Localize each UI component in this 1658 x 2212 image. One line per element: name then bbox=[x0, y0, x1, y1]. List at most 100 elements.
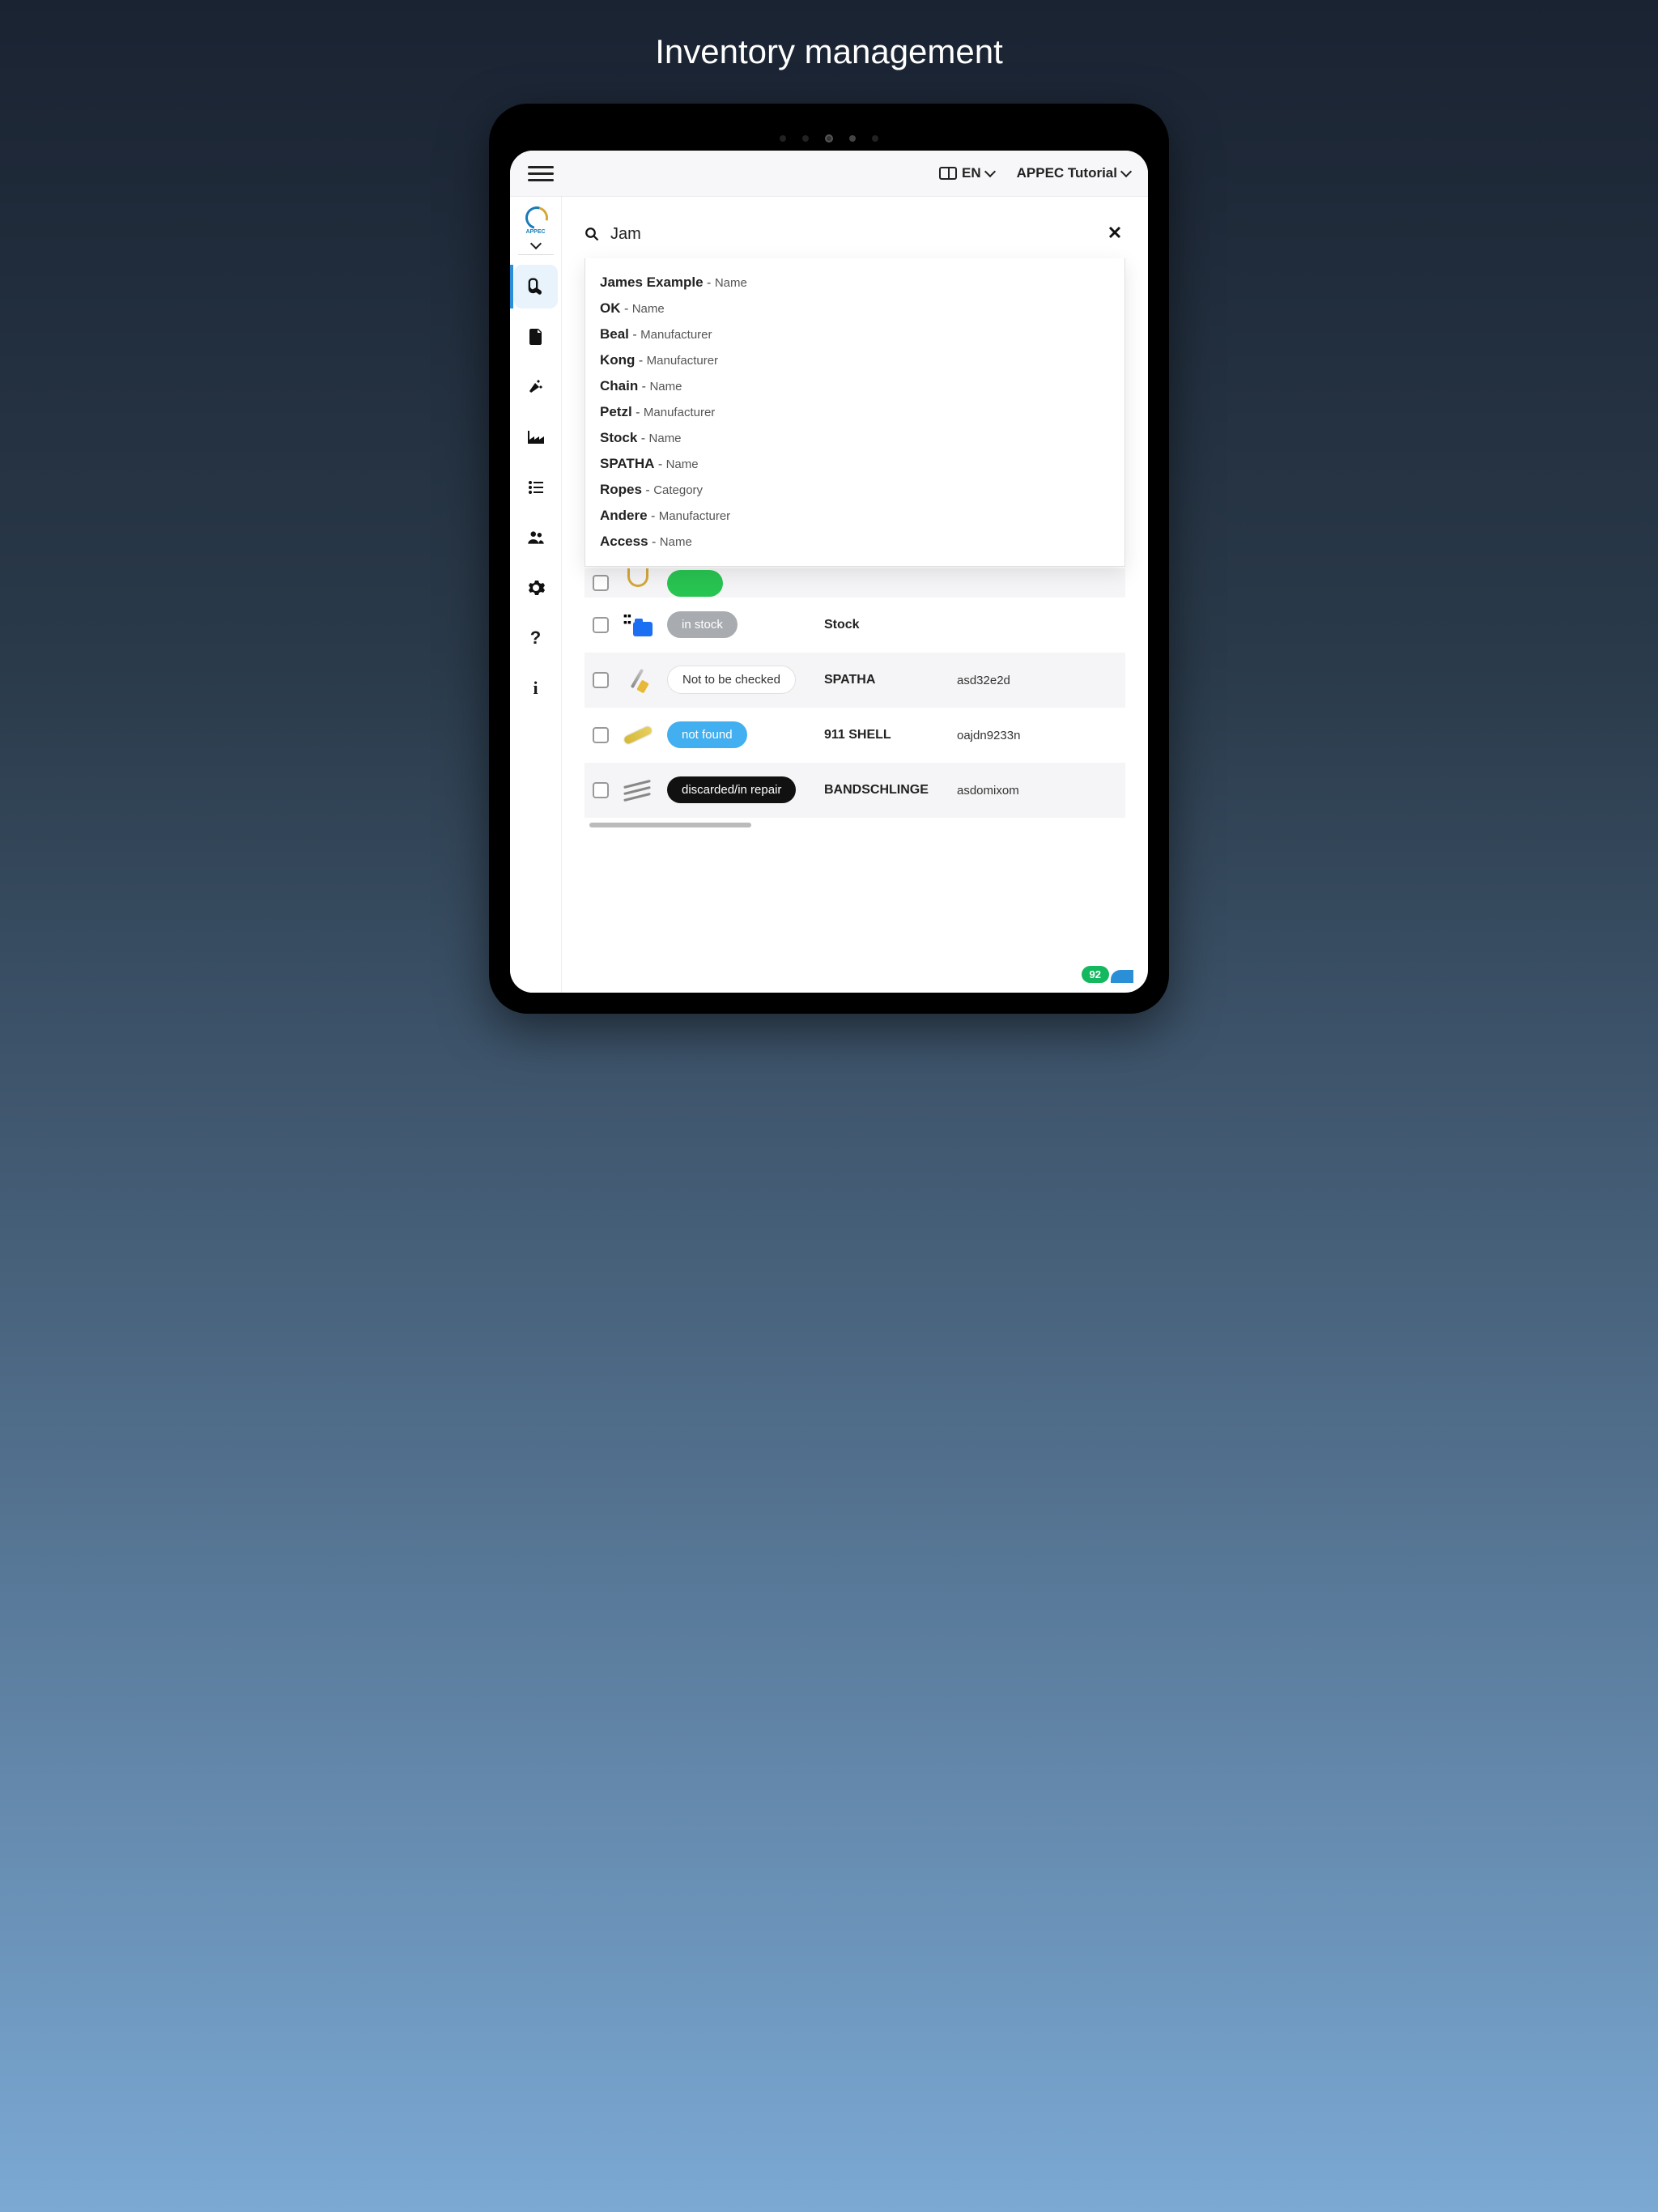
question-icon: ? bbox=[530, 627, 541, 649]
chevron-down-icon bbox=[1120, 166, 1132, 177]
suggestion-primary: Beal bbox=[600, 326, 629, 342]
row-checkbox[interactable] bbox=[593, 575, 609, 591]
suggestion-sep: - bbox=[621, 302, 632, 316]
status-badge: discarded/in repair bbox=[667, 776, 796, 803]
status-cell: not found bbox=[667, 728, 805, 742]
camera-dot bbox=[802, 135, 809, 142]
suggestion-primary: Ropes bbox=[600, 482, 642, 497]
logo-area[interactable]: APPEC bbox=[518, 206, 554, 255]
suggestion-item[interactable]: Kong - Manufacturer bbox=[600, 347, 1110, 373]
sidebar-item-users[interactable] bbox=[514, 516, 558, 559]
suggestion-primary: Chain bbox=[600, 378, 638, 393]
language-label: EN bbox=[962, 165, 981, 181]
top-right: EN APPEC Tutorial bbox=[939, 165, 1130, 181]
item-name: SPATHA bbox=[824, 673, 946, 687]
sidebar-item-equipment[interactable] bbox=[514, 265, 558, 308]
sidebar-item-help[interactable]: ? bbox=[514, 616, 558, 660]
suggestion-item[interactable]: SPATHA - Name bbox=[600, 451, 1110, 477]
tutorial-label: APPEC Tutorial bbox=[1017, 165, 1117, 181]
menu-button[interactable] bbox=[528, 166, 554, 181]
logo-icon bbox=[524, 206, 548, 228]
table-row[interactable]: ▪▪▪▪ in stock Stock bbox=[585, 598, 1125, 653]
suggestion-sep: - bbox=[638, 380, 649, 393]
status-badge bbox=[667, 570, 723, 597]
item-name: Stock bbox=[824, 618, 946, 632]
suggestion-item[interactable]: Stock - Name bbox=[600, 425, 1110, 451]
camera-main-icon bbox=[825, 134, 833, 143]
suggestion-secondary: Manufacturer bbox=[640, 328, 712, 342]
sidebar-item-info[interactable]: i bbox=[514, 666, 558, 710]
suggestion-item[interactable]: Beal - Manufacturer bbox=[600, 321, 1110, 347]
hammer-icon bbox=[526, 377, 546, 397]
suggestion-primary: James Example bbox=[600, 274, 704, 290]
sidebar-item-settings[interactable] bbox=[514, 566, 558, 610]
chevron-down-icon bbox=[529, 238, 541, 249]
suggestion-primary: Access bbox=[600, 534, 648, 549]
suggestion-secondary: Manufacturer bbox=[644, 406, 715, 419]
suggestion-secondary: Name bbox=[666, 457, 699, 471]
count-badge: 92 bbox=[1082, 966, 1109, 983]
chevron-down-icon bbox=[984, 166, 996, 177]
row-checkbox[interactable] bbox=[593, 617, 609, 633]
suggestion-item[interactable]: Access - Name bbox=[600, 529, 1110, 555]
item-name: 911 SHELL bbox=[824, 728, 946, 742]
horizontal-scrollbar[interactable] bbox=[589, 823, 751, 827]
suggestion-item[interactable]: OK - Name bbox=[600, 296, 1110, 321]
clear-search-button[interactable] bbox=[1104, 219, 1125, 249]
suggestion-secondary: Name bbox=[715, 276, 747, 290]
table-row[interactable]: discarded/in repairBANDSCHLINGEasdomixom bbox=[585, 763, 1125, 818]
table-row[interactable] bbox=[585, 568, 1125, 598]
suggestion-sep: - bbox=[642, 483, 653, 497]
suggestion-sep: - bbox=[632, 406, 644, 419]
suggestion-item[interactable]: James Example - Name bbox=[600, 270, 1110, 296]
sidebar-item-tools[interactable] bbox=[514, 365, 558, 409]
search-row bbox=[585, 219, 1125, 261]
menu-icon bbox=[528, 172, 554, 175]
suggestion-primary: OK bbox=[600, 300, 621, 316]
camera-dot bbox=[780, 135, 786, 142]
list-icon bbox=[526, 478, 546, 497]
suggestion-sep: - bbox=[629, 328, 640, 342]
carabiner-icon bbox=[627, 568, 648, 587]
suggestion-secondary: Name bbox=[649, 380, 682, 393]
industry-icon bbox=[526, 428, 546, 447]
suggestion-item[interactable]: Ropes - Category bbox=[600, 477, 1110, 503]
language-selector[interactable]: EN bbox=[939, 165, 994, 181]
table-row[interactable]: Not to be checkedSPATHAasd32e2d bbox=[585, 653, 1125, 708]
search-input[interactable] bbox=[610, 225, 1093, 244]
table-row[interactable]: not found911 SHELLoajdn9233n bbox=[585, 708, 1125, 763]
suggestion-primary: Kong bbox=[600, 352, 635, 368]
suggestion-sep: - bbox=[704, 276, 715, 290]
info-icon: i bbox=[533, 678, 538, 699]
sidebar-item-list[interactable] bbox=[514, 466, 558, 509]
row-checkbox[interactable] bbox=[593, 727, 609, 743]
suggestion-secondary: Name bbox=[660, 535, 692, 549]
gear-icon bbox=[526, 578, 546, 598]
knife-icon bbox=[624, 666, 652, 694]
suggestion-primary: Andere bbox=[600, 508, 648, 523]
sidebar-item-industry[interactable] bbox=[514, 415, 558, 459]
status-cell: in stock bbox=[667, 618, 805, 632]
document-icon bbox=[526, 327, 546, 347]
item-icon: ▪▪▪▪ bbox=[620, 607, 656, 643]
suggestion-item[interactable]: Andere - Manufacturer bbox=[600, 503, 1110, 529]
main-area: APPEC bbox=[510, 197, 1148, 993]
sidebar-item-document[interactable] bbox=[514, 315, 558, 359]
sling-icon bbox=[623, 778, 653, 802]
suggestion-sep: - bbox=[635, 354, 646, 368]
shell-icon bbox=[623, 725, 653, 745]
suggestion-primary: Stock bbox=[600, 430, 637, 445]
tablet-inner: EN APPEC Tutorial APPEC bbox=[500, 115, 1158, 1002]
row-checkbox[interactable] bbox=[593, 782, 609, 798]
suggestion-sep: - bbox=[637, 432, 648, 445]
suggestion-item[interactable]: Chain - Name bbox=[600, 373, 1110, 399]
camera-dot bbox=[849, 135, 856, 142]
item-icon bbox=[620, 662, 656, 698]
users-icon bbox=[525, 527, 546, 548]
suggestion-item[interactable]: Petzl - Manufacturer bbox=[600, 399, 1110, 425]
item-icon bbox=[620, 772, 656, 808]
fab-corner[interactable] bbox=[1111, 970, 1133, 983]
row-checkbox[interactable] bbox=[593, 672, 609, 688]
item-code: asdomixom bbox=[957, 784, 1019, 798]
tutorial-selector[interactable]: APPEC Tutorial bbox=[1017, 165, 1130, 181]
